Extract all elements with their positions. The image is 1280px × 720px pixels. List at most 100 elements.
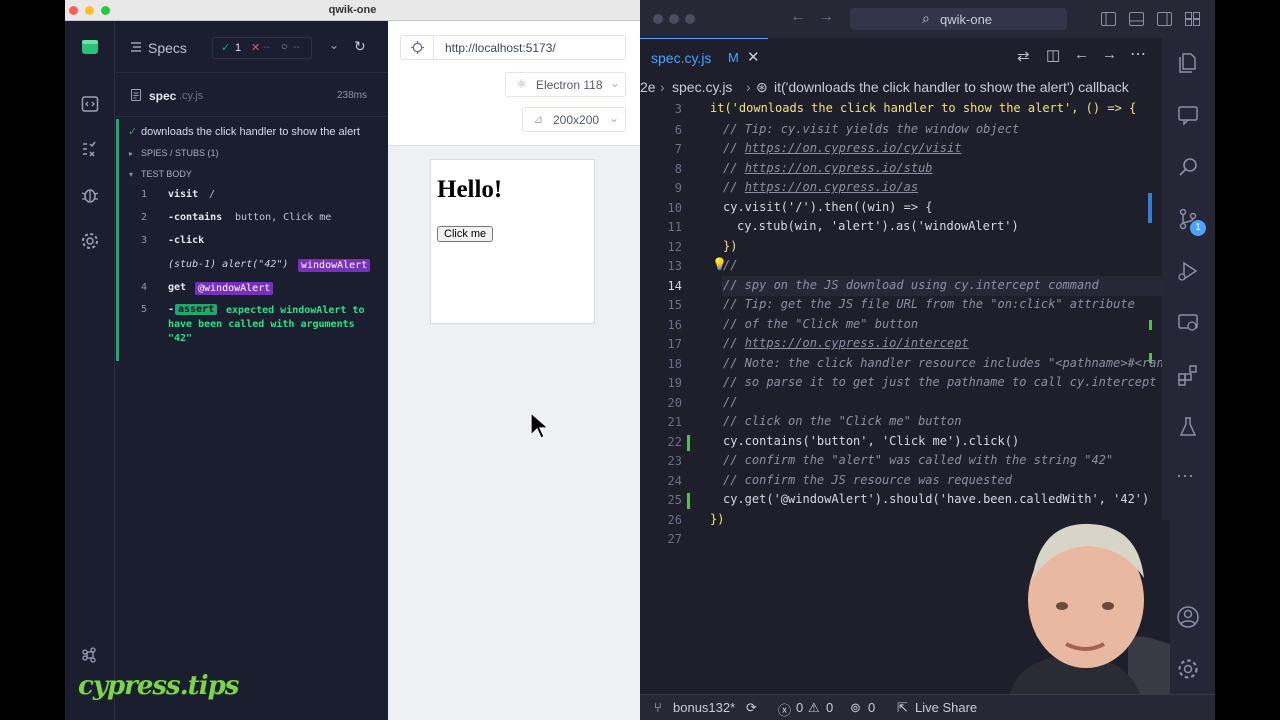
code-line[interactable]: // confirm the JS resource was requested (723, 473, 1012, 487)
code-line[interactable]: // Note: the click handler resource incl… (723, 356, 1162, 370)
git-compare-icon[interactable]: ⇄ (1017, 47, 1030, 65)
chevron-down-icon[interactable]: ⌄ (329, 38, 339, 52)
toggle-panel-icon[interactable] (1129, 12, 1144, 26)
code-line[interactable]: cy.stub(win, 'alert').as('windowAlert') (737, 219, 1019, 233)
code-line[interactable]: // (723, 395, 737, 409)
live-share-icon[interactable]: ⇱ (897, 700, 908, 716)
code-link[interactable]: https://on.cypress.io/cy/visit (745, 141, 962, 155)
more-views-icon[interactable]: ⋯ (1176, 466, 1194, 487)
alias-badge[interactable]: windowAlert (298, 259, 371, 272)
code-line[interactable]: // confirm the "alert" was called with t… (723, 453, 1113, 467)
test-title[interactable]: downloads the click handler to show the … (141, 126, 360, 138)
click-me-button[interactable]: Click me (437, 226, 494, 242)
keyboard-shortcuts-icon[interactable] (80, 645, 100, 665)
account-icon[interactable] (1176, 605, 1200, 629)
screen-margin-left (0, 0, 65, 720)
selector-playground-crosshair-icon[interactable] (411, 41, 424, 54)
viewport-size[interactable]: ⊿ 200x200 ⌄ (522, 107, 626, 132)
testing-flask-icon[interactable] (1176, 415, 1200, 439)
code-line[interactable]: // (723, 258, 737, 272)
git-branch[interactable]: bonus132* (673, 700, 735, 715)
code-line[interactable]: cy.contains('button', 'Click me').click(… (723, 434, 1019, 448)
code-link[interactable]: https://on.cypress.io/as (745, 180, 918, 194)
code-line[interactable]: // https://on.cypress.io/intercept (723, 336, 969, 350)
spec-file-row[interactable]: spec .cy.js 238ms (116, 73, 388, 117)
code-line[interactable]: // spy on the JS download using cy.inter… (723, 278, 1099, 292)
specs-label[interactable]: Specs (148, 40, 187, 56)
minimize-window-button[interactable] (669, 14, 679, 24)
test-body-toggle[interactable]: TEST BODY (141, 169, 192, 179)
chevron-right-icon[interactable]: ▸ (129, 149, 133, 158)
code-link[interactable]: https://on.cypress.io/intercept (745, 336, 969, 350)
sync-icon[interactable]: ⟳ (746, 700, 757, 716)
warnings-icon[interactable]: ⚠ (808, 700, 820, 716)
scrollbar-thumb[interactable] (1148, 193, 1152, 223)
code-link[interactable]: https://on.cypress.io/stub (745, 161, 933, 175)
test-item[interactable]: ✓ downloads the click handler to show th… (116, 119, 384, 361)
settings-gear-icon[interactable] (80, 231, 100, 251)
toggle-sidebar-icon[interactable] (1101, 12, 1116, 26)
code-line[interactable]: // Tip: get the JS file URL from the "on… (723, 297, 1135, 311)
command-row-stub[interactable]: (stub-1) alert("42") windowAlert (119, 259, 384, 279)
close-tab-icon[interactable]: ✕ (747, 48, 760, 66)
alias-badge[interactable]: @windowAlert (195, 282, 274, 295)
extensions-icon[interactable] (1176, 363, 1200, 387)
code-line[interactable]: // https://on.cypress.io/cy/visit (723, 141, 961, 155)
command-log-reporter: Specs ✓ 1 ✕ -- ○ -- ⌄ ↻ spec .cy.js 238m… (116, 21, 388, 720)
split-editor-icon[interactable]: ◫ (1046, 46, 1060, 64)
code-line[interactable]: }) (710, 512, 724, 526)
minimap-change-marker (1149, 353, 1152, 363)
explorer-files-icon[interactable] (1176, 51, 1200, 75)
command-row-visit[interactable]: 1 visit / (119, 189, 384, 209)
nav-back-icon[interactable]: ← (790, 8, 806, 26)
nav-forward-icon[interactable]: → (818, 8, 834, 26)
spies-stubs-toggle[interactable]: SPIES / STUBS (1) (141, 148, 219, 158)
code-line[interactable]: // so parse it to get just the pathname … (723, 375, 1156, 389)
code-line[interactable]: }) (723, 239, 737, 253)
line-number: 6 (674, 123, 682, 137)
customize-layout-icon[interactable] (1185, 12, 1200, 26)
code-line[interactable]: // of the "Click me" button (723, 317, 918, 331)
git-branch-icon[interactable]: ⑂ (654, 700, 662, 715)
url-bar[interactable]: http://localhost:5173/ (400, 35, 626, 60)
breadcrumb-symbol[interactable]: it('downloads the click handler to show … (774, 79, 1129, 95)
close-window-button[interactable] (653, 14, 663, 24)
comments-icon[interactable] (1176, 103, 1200, 127)
breadcrumb-folder[interactable]: 2e (640, 79, 656, 95)
code-line[interactable]: cy.get('@windowAlert').should('have.been… (723, 492, 1149, 506)
command-row-assert[interactable]: 5 - assert expected windowAlert to have … (119, 304, 384, 354)
rerun-refresh-icon[interactable]: ↻ (354, 38, 366, 55)
command-row-get[interactable]: 4 get @windowAlert (119, 282, 384, 302)
code-line[interactable]: // click on the "Click me" button (723, 414, 961, 428)
command-center-search[interactable]: ⌕ qwik-one (850, 8, 1067, 30)
go-forward-icon[interactable]: → (1102, 46, 1117, 63)
command-row-contains[interactable]: 2 -contains button, Click me (119, 212, 384, 232)
code-line[interactable]: cy.visit('/').then((win) => { (723, 200, 933, 214)
line-number: 21 (667, 415, 682, 429)
ports-icon[interactable]: ⊚ (850, 700, 861, 716)
remote-explorer-icon[interactable] (1176, 311, 1200, 335)
toggle-secondary-sidebar-icon[interactable] (1157, 12, 1172, 26)
tab-spec-cy-js[interactable]: spec.cy.js M ✕ (640, 38, 768, 76)
browser-selector[interactable]: ⚛ Electron 118 ⌄ (505, 72, 626, 97)
breadcrumb-file[interactable]: spec.cy.js (672, 79, 732, 95)
code-line[interactable]: // https://on.cypress.io/stub (723, 161, 933, 175)
code-line[interactable]: it('downloads the click handler to show … (710, 101, 1136, 115)
search-icon[interactable] (1176, 155, 1200, 179)
debug-bug-icon[interactable] (80, 185, 100, 205)
errors-icon[interactable]: ⓧ (778, 700, 791, 719)
specs-nav-icon[interactable] (80, 94, 100, 114)
live-share-button[interactable]: Live Share (915, 700, 977, 715)
specs-list-icon[interactable] (130, 41, 142, 53)
chevron-down-icon[interactable]: ▾ (129, 170, 133, 179)
run-debug-icon[interactable] (1176, 259, 1200, 283)
maximize-window-button[interactable] (685, 14, 695, 24)
code-line[interactable]: // Tip: cy.visit yields the window objec… (723, 122, 1019, 136)
more-actions-icon[interactable]: ⋯ (1130, 44, 1146, 64)
code-line[interactable]: // https://on.cypress.io/as (723, 180, 918, 194)
go-back-icon[interactable]: ← (1074, 46, 1089, 63)
command-row-click[interactable]: 3 -click (119, 235, 384, 255)
cypress-logo-icon[interactable] (80, 37, 100, 57)
runs-nav-icon[interactable] (80, 139, 100, 159)
manage-gear-icon[interactable] (1176, 657, 1200, 681)
